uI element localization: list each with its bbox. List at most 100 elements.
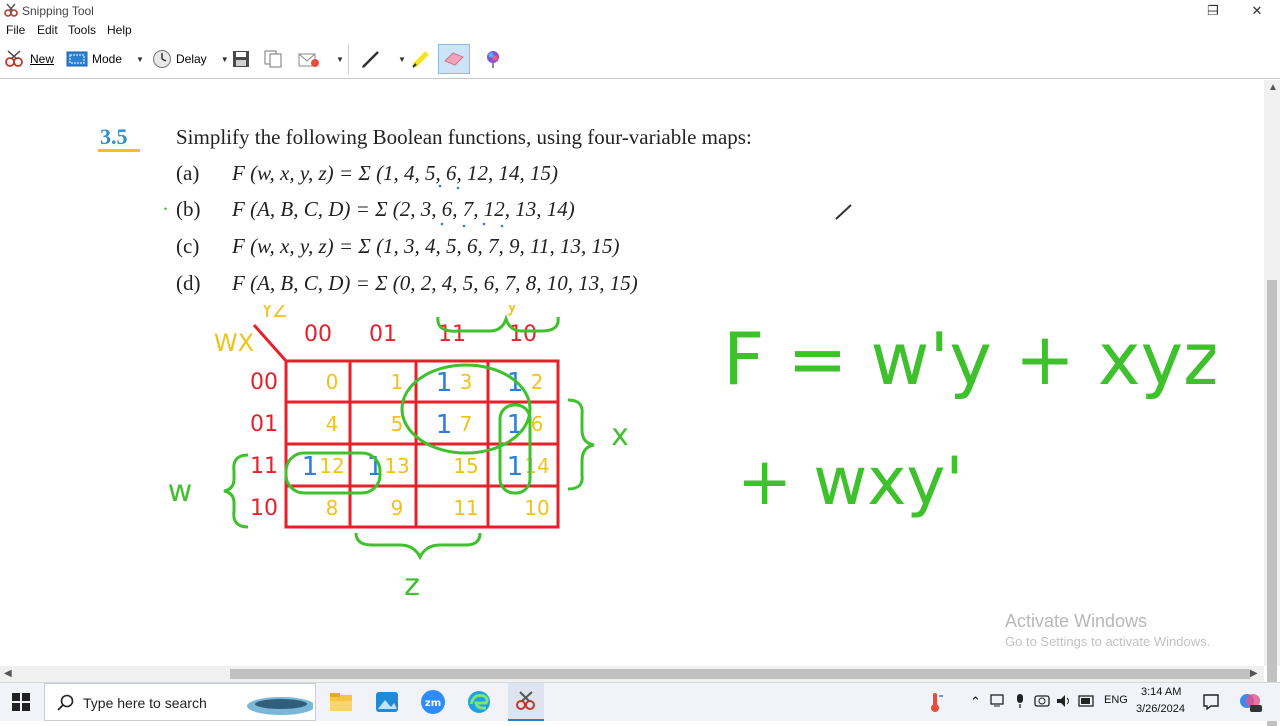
kmap-col-header: 11 [438, 322, 466, 347]
horizontal-scroll-thumb[interactable] [230, 669, 1250, 679]
window-title: Snipping Tool [22, 4, 94, 18]
pen-cursor-icon [835, 204, 852, 220]
brace-x [567, 398, 595, 491]
kmap-row-header: 11 [250, 454, 278, 479]
send-dropdown-icon[interactable]: ▼ [336, 55, 344, 64]
item-b-label: (b) [176, 197, 201, 221]
clock-icon [153, 50, 171, 68]
scroll-up-icon[interactable]: ▲ [1268, 82, 1278, 93]
search-highlight-image [247, 697, 313, 715]
kmap-row-header: 00 [250, 370, 278, 395]
weather-temperature-icon[interactable] [925, 691, 945, 713]
notifications-icon[interactable] [1202, 693, 1220, 711]
kmap-cell-one: 1 [436, 368, 453, 398]
windows-start-icon[interactable] [12, 693, 30, 711]
handwritten-answer: F = w'y + xyz' + wxy' [723, 317, 1215, 520]
delay-button[interactable]: Delay ▼ [152, 47, 229, 71]
kmap-cell-index: 10 [524, 496, 549, 520]
taskbar: Type here to search zm ⌃ ENG 3:14 AM 3/2… [0, 682, 1280, 721]
kmap-cell-index: 7 [460, 412, 473, 436]
highlighter-button[interactable] [410, 47, 432, 71]
activate-windows-subtitle: Go to Settings to activate Windows. [1005, 634, 1211, 649]
toolbar-separator [348, 44, 349, 74]
kmap-drawing: YZWX 00 01 11 10000111100 1 3 24 5 7 612 13 15 148 9 11… [168, 305, 629, 595]
kmap-cell-index: 13 [384, 454, 409, 478]
taskbar-search-box[interactable]: Type here to search [44, 683, 316, 721]
kmap-brace-x-label: x [611, 418, 629, 453]
brace-w [223, 453, 249, 529]
kmap-col-header: 01 [369, 322, 397, 347]
minimize-button-2[interactable] [1148, 0, 1194, 22]
new-button[interactable]: New [4, 47, 54, 71]
kmap-col-header: 00 [304, 322, 332, 347]
language-indicator[interactable]: ENG [1104, 694, 1128, 706]
pen-dropdown-icon[interactable]: ▼ [398, 55, 406, 64]
kmap-cell-index: 15 [453, 454, 478, 478]
vertical-scrollbar[interactable]: ▲ [1264, 80, 1280, 726]
eraser-button[interactable] [438, 44, 470, 74]
zoom-taskbar-icon[interactable]: zm [420, 689, 446, 715]
problem-number: 3.5 [100, 124, 128, 149]
brace-z [354, 532, 482, 561]
photos-taskbar-icon[interactable] [374, 689, 400, 715]
kmap-brace-w-label: w [168, 474, 193, 509]
eraser-icon [444, 52, 464, 66]
copy-button[interactable] [264, 47, 282, 71]
new-label: New [30, 52, 55, 66]
camera-icon[interactable] [1034, 694, 1050, 708]
kmap-cell-one: 1 [507, 452, 524, 482]
scroll-right-icon[interactable]: ▶ [1250, 668, 1258, 679]
new-snip-icon [5, 50, 23, 67]
close-button[interactable]: ✕ [1234, 0, 1280, 22]
paint-3d-icon [487, 51, 499, 68]
menu-file[interactable]: File [6, 23, 25, 37]
paint-3d-button[interactable] [484, 47, 502, 71]
battery-icon[interactable] [1078, 695, 1096, 707]
copilot-icon[interactable] [1238, 691, 1262, 713]
microphone-icon[interactable] [1014, 693, 1026, 709]
mode-button[interactable]: Mode ▼ [66, 47, 144, 71]
kmap-corner-col-var: YZ [260, 305, 287, 322]
kmap-cell-index: 12 [319, 454, 344, 478]
clock-date[interactable]: 3/26/2024 [1136, 703, 1185, 715]
item-d-expr: F (A, B, C, D) = Σ (0, 2, 4, 5, 6, 7, 8,… [232, 271, 638, 295]
item-a-label: (a) [176, 161, 200, 185]
menu-edit[interactable]: Edit [37, 23, 58, 37]
snipping-tool-icon [4, 3, 18, 17]
mode-label: Mode [92, 52, 123, 66]
pen-button[interactable]: ▼ [360, 47, 406, 71]
kmap-cell-index: 1 [391, 370, 404, 394]
edge-taskbar-icon[interactable] [466, 689, 492, 715]
horizontal-scrollbar[interactable]: ◀ ▶ [0, 666, 1264, 682]
menu-tools[interactable]: Tools [68, 23, 96, 37]
network-device-icon[interactable] [990, 694, 1006, 708]
highlighter-icon [412, 51, 429, 68]
kmap-cell-one: 1 [436, 410, 453, 440]
snipping-tool-taskbar-icon[interactable] [508, 683, 544, 721]
activate-windows-title: Activate Windows [1005, 611, 1148, 631]
copy-icon [264, 50, 282, 68]
send-snip-button[interactable]: ▼ [298, 47, 344, 71]
file-explorer-taskbar-icon[interactable] [328, 689, 354, 715]
kmap-corner-row-var: WX [214, 329, 254, 357]
volume-icon[interactable] [1056, 694, 1072, 708]
mode-dropdown-icon[interactable]: ▼ [136, 55, 144, 64]
kmap-cell-index: 3 [460, 370, 473, 394]
vertical-scroll-thumb[interactable] [1267, 280, 1277, 726]
search-placeholder: Type here to search [83, 695, 207, 711]
tray-overflow-chevron-icon[interactable]: ⌃ [970, 694, 981, 710]
kmap-cell-index: 14 [524, 454, 549, 478]
problem-heading: Simplify the following Boolean functions… [176, 125, 752, 149]
send-mail-icon [298, 53, 319, 67]
menu-bar: File Edit Tools Help [0, 22, 1280, 40]
kmap-cell-one: 1 [302, 452, 319, 482]
save-button[interactable] [232, 47, 250, 71]
scroll-left-icon[interactable]: ◀ [4, 668, 12, 679]
clock-time[interactable]: 3:14 AM [1141, 686, 1181, 698]
answer-line-1: F = w'y + xyz' [723, 317, 1215, 401]
delay-dropdown-icon[interactable]: ▼ [221, 55, 229, 64]
menu-help[interactable]: Help [107, 23, 132, 37]
kmap-col-header: 10 [509, 322, 537, 347]
restore-button[interactable]: ❐ [1190, 0, 1236, 22]
item-b-marker: · [162, 197, 169, 221]
